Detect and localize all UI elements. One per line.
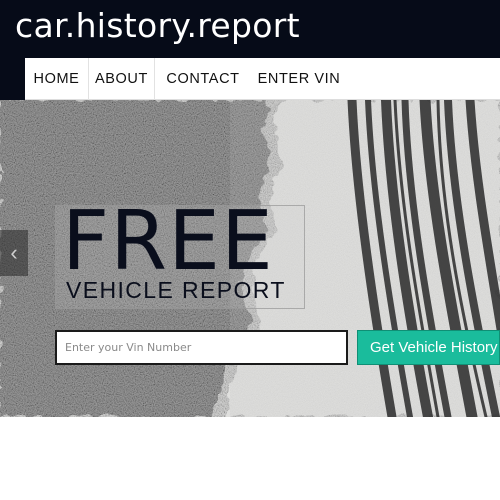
promo-headline: FREE [62, 194, 274, 289]
nav-item-about[interactable]: ABOUT [89, 58, 155, 100]
nav-item-enter-vin[interactable]: ENTER VIN [251, 58, 347, 100]
vin-input[interactable] [55, 330, 348, 365]
header-edge [0, 58, 25, 100]
nav-item-contact[interactable]: CONTACT [155, 58, 251, 100]
main-nav: HOME ABOUT CONTACT ENTER VIN [25, 58, 500, 100]
chevron-left-icon: ‹ [10, 240, 18, 265]
site-header: car.history.report [0, 0, 500, 58]
site-title[interactable]: car.history.report [15, 6, 300, 45]
slider-prev-button[interactable]: ‹ [0, 230, 28, 276]
promo-subheadline: VEHICLE REPORT [66, 277, 286, 303]
nav-item-home[interactable]: HOME [25, 58, 89, 100]
get-vehicle-history-button[interactable]: Get Vehicle History [357, 330, 500, 365]
